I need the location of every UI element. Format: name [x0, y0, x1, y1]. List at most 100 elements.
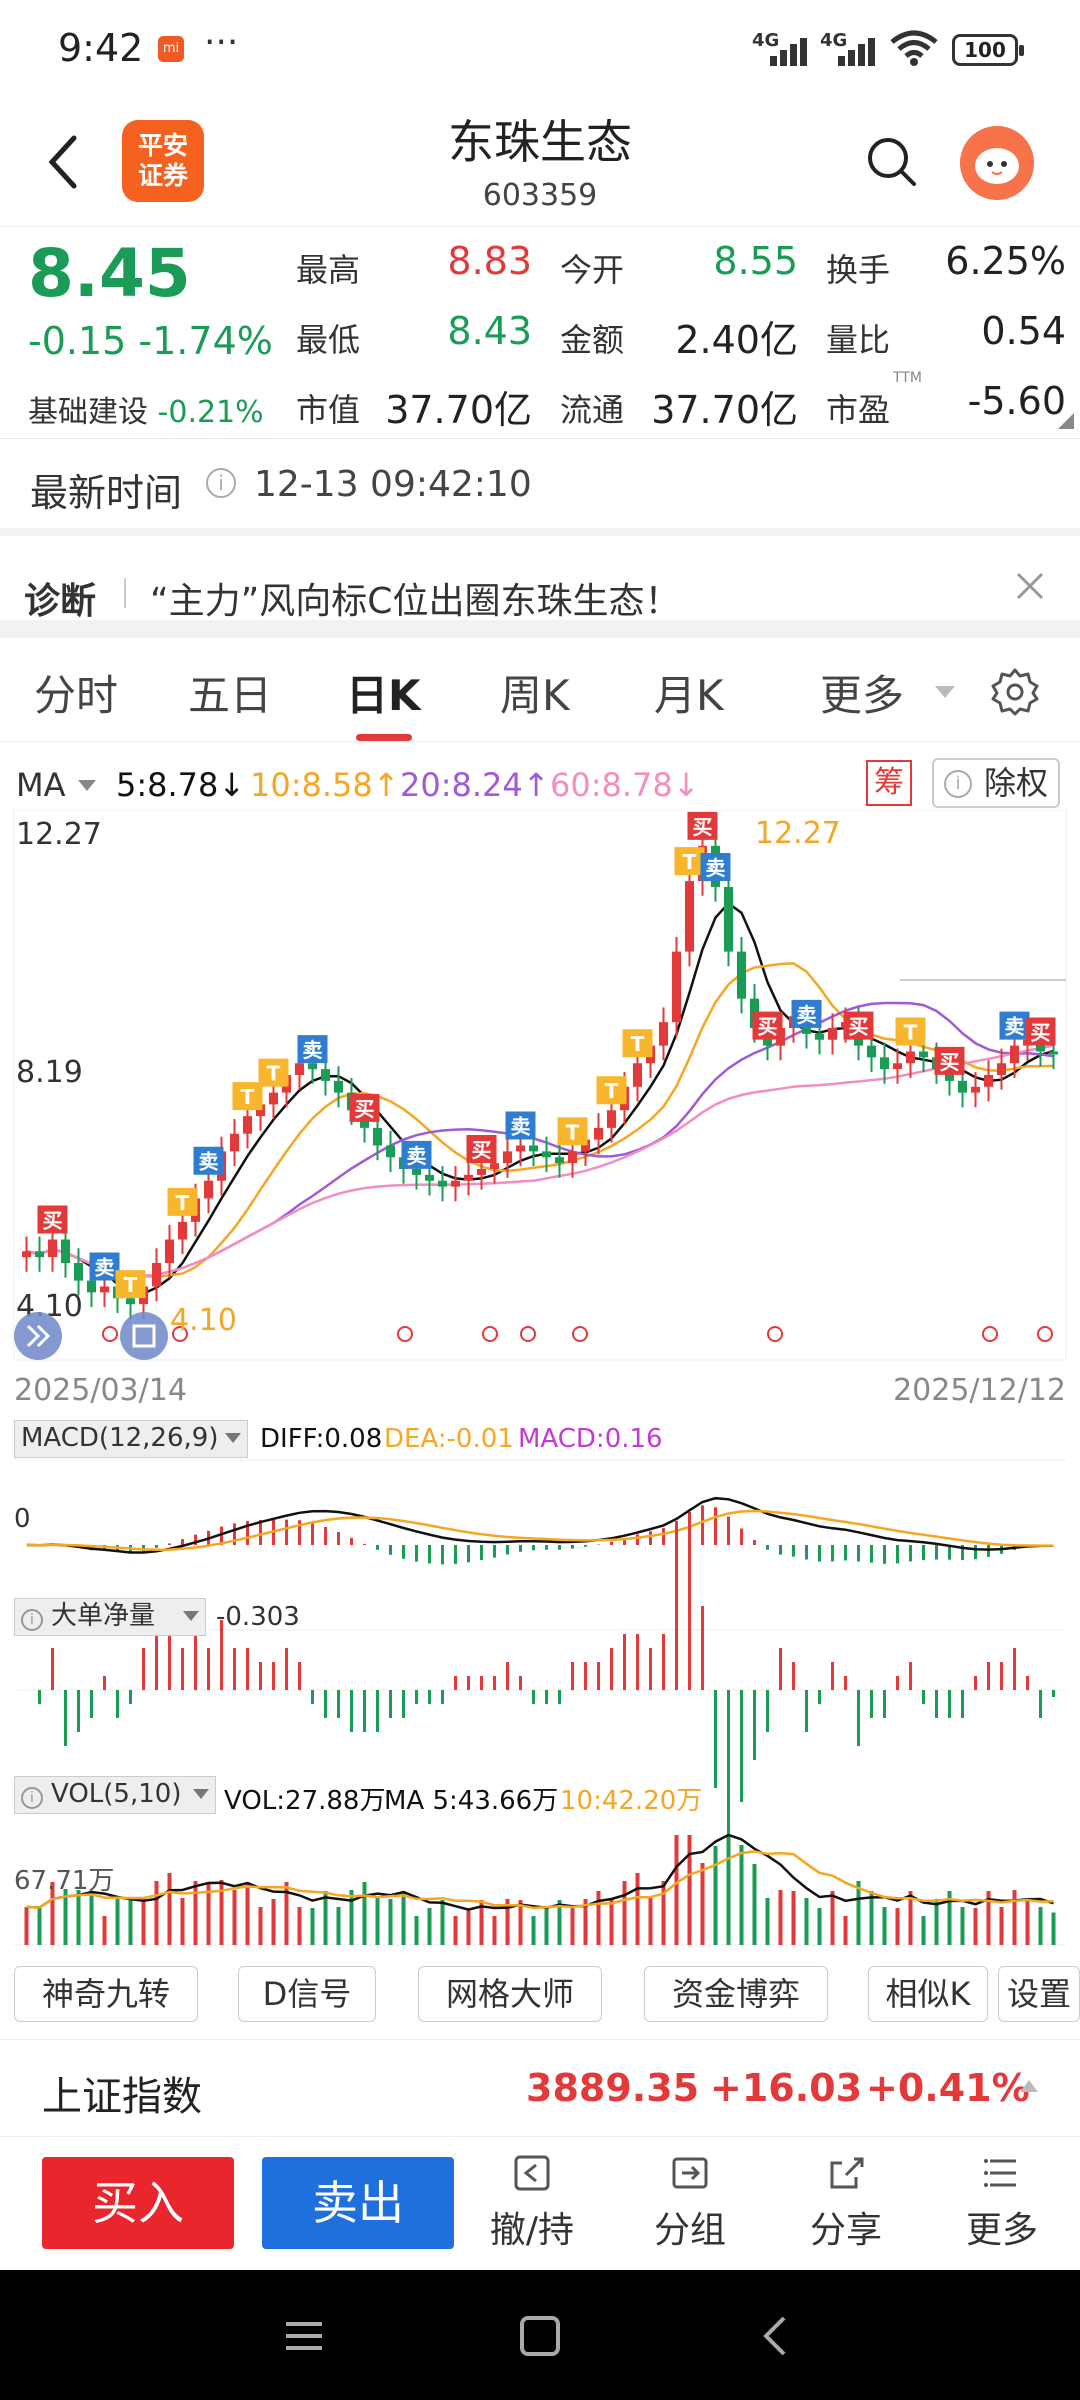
macd-diff: DIFF:0.08: [260, 1424, 383, 1454]
signal-icon: [838, 34, 886, 66]
date-start: 2025/03/14: [14, 1373, 187, 1408]
collapse-icon[interactable]: [14, 1312, 62, 1360]
expand-up-icon[interactable]: [1020, 2080, 1038, 2092]
home-icon[interactable]: [518, 2314, 562, 2358]
sector-change[interactable]: 基础建设 -0.21%: [28, 387, 264, 431]
volume-indicator-selector[interactable]: i VOL(5,10): [14, 1776, 216, 1814]
candle: [918, 1051, 929, 1058]
search-icon[interactable]: [864, 134, 920, 190]
trade-signal-label: 卖: [511, 1114, 531, 1138]
index-value: 3889.35: [526, 2066, 700, 2110]
trade-signal-label: T: [176, 1191, 190, 1215]
candle: [567, 1151, 578, 1164]
more-button[interactable]: 更多: [942, 2151, 1062, 2253]
buy-button[interactable]: 买入: [42, 2157, 234, 2249]
ma40-line: [26, 1044, 1054, 1278]
cancel-hold-button[interactable]: 撤/持: [472, 2151, 592, 2253]
close-icon[interactable]: [1012, 568, 1048, 604]
trade-signal-label: 卖: [797, 1003, 817, 1027]
tab-five-day[interactable]: 五日: [188, 662, 272, 723]
diagnosis-banner[interactable]: 诊断 “主力”风向标C位出圈东珠生态！: [0, 560, 1080, 622]
tool-settings[interactable]: 设置: [998, 1966, 1080, 2022]
group-button[interactable]: 分组: [630, 2151, 750, 2253]
trade-signal-label: 买: [43, 1208, 63, 1232]
event-marker: [1037, 1326, 1053, 1342]
turnover-label: 换手: [826, 251, 891, 289]
tool-fund-game[interactable]: 资金博弈: [644, 1966, 828, 2022]
tool-grid-master[interactable]: 网格大师: [418, 1966, 602, 2022]
trade-signal-label: T: [267, 1062, 281, 1086]
info-icon[interactable]: i: [206, 468, 236, 498]
candle: [723, 886, 734, 952]
candle: [268, 1092, 279, 1105]
divider: [0, 438, 1080, 439]
candle: [671, 951, 682, 1023]
ma-label[interactable]: MA: [16, 766, 66, 804]
candle: [320, 1069, 331, 1081]
candle: [632, 1063, 643, 1087]
candle: [658, 1022, 669, 1046]
high-value: 8.83: [447, 239, 532, 283]
peak-price-label: 12.27: [755, 816, 841, 851]
candle: [294, 1063, 305, 1075]
open-label: 今开: [560, 251, 625, 289]
candle: [1009, 1045, 1020, 1064]
tool-magic-nine[interactable]: 神奇九转: [14, 1966, 198, 2022]
latest-time-value: 12-13 09:42:10: [254, 464, 532, 505]
volume-ma10: 10:42.20万: [560, 1786, 703, 1816]
tab-intraday[interactable]: 分时: [34, 662, 118, 723]
tool-d-signal[interactable]: D信号: [238, 1966, 376, 2022]
pe-ttm-superscript: TTM: [893, 370, 922, 386]
diagnosis-text[interactable]: “主力”风向标C位出圈东珠生态！: [150, 572, 680, 624]
trade-signal-label: 买: [355, 1097, 375, 1121]
low-label: 最低: [296, 321, 361, 359]
event-marker: [102, 1326, 118, 1342]
tab-weekly-k[interactable]: 周K: [500, 662, 570, 723]
share-button[interactable]: 分享: [786, 2151, 906, 2253]
float-cap-value: 37.70亿: [651, 388, 798, 432]
gear-icon[interactable]: [990, 666, 1040, 716]
chevron-down-icon[interactable]: [935, 686, 955, 698]
info-icon: i: [944, 770, 972, 798]
back-icon[interactable]: [756, 2314, 796, 2358]
turnover-value: 6.25%: [945, 239, 1066, 283]
candle: [541, 1151, 552, 1158]
trade-signal-label: T: [566, 1120, 580, 1144]
open-value: 8.55: [713, 239, 798, 283]
macd-indicator-selector[interactable]: MACD(12,26,9): [14, 1420, 248, 1458]
drag-handle-icon[interactable]: [120, 1312, 168, 1360]
index-change-pct: +0.41%: [866, 2066, 1030, 2110]
event-marker: [572, 1326, 588, 1342]
price-change: -0.15 -1.74%: [28, 319, 273, 363]
volume-ma5: MA 5:43.66万: [384, 1786, 559, 1816]
candle: [125, 1298, 136, 1305]
candle: [983, 1074, 994, 1087]
macd-line: [26, 1496, 1054, 1554]
y-mid-label: 8.19: [16, 1055, 83, 1090]
candle: [528, 1145, 539, 1152]
chip-distribution-button[interactable]: 筹: [866, 760, 912, 806]
candle: [385, 1145, 396, 1158]
trade-signal-label: 卖: [95, 1255, 115, 1279]
tool-similar-k[interactable]: 相似K: [868, 1966, 988, 2022]
candle: [21, 1251, 32, 1258]
candle: [177, 1221, 188, 1240]
volume-ratio-label: 量比: [826, 321, 891, 359]
candle: [1048, 1051, 1059, 1055]
quote-panel: 8.45 -0.15 -1.74% 基础建设 -0.21% 最高 8.83 今开…: [0, 226, 1080, 438]
tab-daily-k[interactable]: 日K: [346, 662, 421, 723]
assistant-avatar-icon[interactable]: [960, 126, 1034, 200]
index-ticker[interactable]: 上证指数 3889.35 +16.03 +0.41%: [0, 2040, 1080, 2136]
bigorder-indicator-selector[interactable]: i 大单净量: [14, 1598, 206, 1636]
latest-time-label: 最新时间: [30, 471, 183, 515]
ma60-value: 60:8.78↓: [550, 766, 700, 804]
menu-icon[interactable]: [284, 2316, 324, 2356]
tab-more[interactable]: 更多: [820, 662, 904, 723]
candle: [73, 1262, 84, 1281]
sell-button[interactable]: 卖出: [262, 2157, 454, 2249]
trade-signal-label: 买: [472, 1138, 492, 1162]
ma-dropdown-icon[interactable]: [78, 780, 96, 791]
ex-rights-button[interactable]: i 除权: [932, 758, 1060, 808]
tab-monthly-k[interactable]: 月K: [654, 662, 724, 723]
expand-corner-icon[interactable]: [1056, 411, 1076, 431]
